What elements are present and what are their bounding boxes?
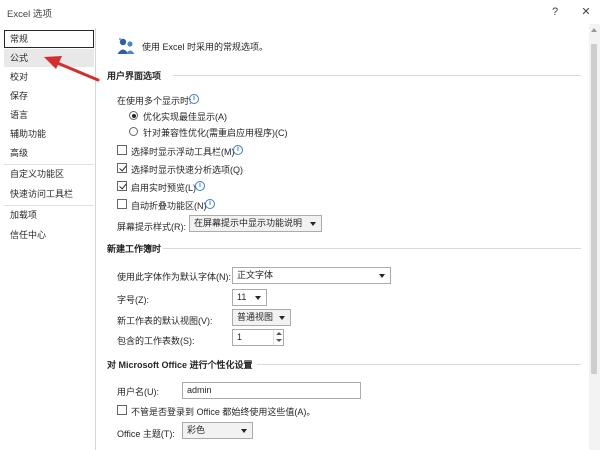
section-title-new-workbook: 新建工作簿时: [107, 244, 162, 254]
sheet-count-spinner[interactable]: 1: [232, 329, 284, 346]
section-title-personalize: 对 Microsoft Office 进行个性化设置: [107, 360, 253, 370]
default-font-label: 使用此字体作为默认字体(N):: [117, 272, 231, 282]
radio-optimize-display-label[interactable]: 优化实现最佳显示(A): [143, 110, 227, 123]
sidebar-item-accessibility[interactable]: 辅助功能: [4, 125, 94, 143]
spin-up-icon[interactable]: [276, 332, 282, 335]
page-description: 使用 Excel 时采用的常规选项。: [142, 42, 269, 52]
sidebar-item-save[interactable]: 保存: [4, 87, 94, 105]
chevron-down-icon: [241, 429, 247, 433]
checkbox-collapse-ribbon-label[interactable]: 自动折叠功能区(N): [131, 199, 207, 212]
office-theme-label: Office 主题(T):: [117, 429, 175, 439]
sidebar-item-proofing[interactable]: 校对: [4, 68, 94, 86]
checkbox-always-use-values[interactable]: [117, 405, 127, 415]
info-icon: i: [205, 199, 215, 209]
checkbox-mini-toolbar[interactable]: [117, 145, 127, 155]
sidebar-item-formulas[interactable]: 公式: [4, 49, 94, 67]
radio-optimize-compat[interactable]: [129, 127, 138, 136]
default-view-select[interactable]: 普通视图: [232, 309, 291, 326]
content-scrollbar[interactable]: [589, 24, 600, 450]
scroll-up-icon[interactable]: [591, 28, 597, 32]
title-bar: Excel 选项 ? ✕: [0, 0, 600, 24]
default-view-label: 新工作表的默认视图(V):: [117, 316, 213, 326]
multi-display-label: 在使用多个显示时:: [117, 96, 192, 106]
checkbox-collapse-ribbon[interactable]: [117, 199, 127, 209]
tooltip-style-value: 在屏幕提示中显示功能说明: [194, 218, 303, 228]
scrollbar-thumb[interactable]: [591, 44, 597, 374]
info-icon: i: [233, 145, 243, 155]
default-view-value: 普通视图: [237, 312, 274, 322]
office-theme-select[interactable]: 彩色: [182, 422, 253, 439]
chevron-down-icon: [255, 296, 261, 300]
sidebar-item-advanced[interactable]: 高级: [4, 144, 94, 162]
font-size-label: 字号(Z):: [117, 295, 149, 305]
options-sidebar: 常规 公式 校对 保存 语言 辅助功能 高级 自定义功能区 快速访问工具栏 加载…: [4, 28, 96, 450]
checkbox-quick-analysis-label[interactable]: 选择时显示快速分析选项(Q): [131, 163, 243, 176]
checkbox-live-preview[interactable]: [117, 181, 127, 191]
info-icon: i: [189, 94, 199, 104]
sidebar-item-trust-center[interactable]: 信任中心: [4, 226, 94, 244]
radio-optimize-display[interactable]: [129, 111, 138, 120]
general-options-icon: [116, 35, 136, 55]
info-icon: i: [195, 181, 205, 191]
chevron-down-icon: [279, 316, 285, 320]
section-divider: [257, 364, 581, 365]
sheet-count-label: 包含的工作表数(S):: [117, 336, 195, 346]
checkbox-quick-analysis[interactable]: [117, 163, 127, 173]
font-size-value: 11: [237, 292, 247, 302]
spin-down-icon[interactable]: [276, 339, 282, 342]
checkbox-live-preview-label[interactable]: 启用实时预览(L): [131, 181, 196, 194]
section-title-ui-options: 用户界面选项: [107, 71, 162, 81]
default-font-value: 正文字体: [237, 270, 274, 280]
sidebar-item-general[interactable]: 常规: [4, 30, 94, 48]
section-divider: [163, 248, 581, 249]
default-font-select[interactable]: 正文字体: [232, 267, 391, 284]
tooltip-style-select[interactable]: 在屏幕提示中显示功能说明: [189, 215, 322, 232]
close-button[interactable]: ✕: [579, 5, 593, 19]
username-value: admin: [187, 385, 212, 395]
sidebar-item-customize-ribbon[interactable]: 自定义功能区: [4, 165, 94, 183]
window-title: Excel 选项: [7, 9, 52, 20]
username-input[interactable]: admin: [182, 382, 361, 399]
radio-optimize-compat-label[interactable]: 针对兼容性优化(需重启应用程序)(C): [143, 126, 288, 139]
checkbox-always-use-values-label[interactable]: 不管是否登录到 Office 都始终使用这些值(A)。: [131, 405, 315, 418]
spinner-buttons[interactable]: [273, 330, 283, 345]
chevron-down-icon: [379, 274, 385, 278]
general-options-panel: 使用 Excel 时采用的常规选项。 用户界面选项 在使用多个显示时: i 优化…: [97, 24, 589, 450]
help-button[interactable]: ?: [548, 5, 562, 19]
checkbox-mini-toolbar-label[interactable]: 选择时显示浮动工具栏(M): [131, 145, 235, 158]
sheet-count-value: 1: [237, 332, 243, 342]
tooltip-style-label: 屏幕提示样式(R):: [117, 222, 186, 232]
section-divider: [173, 75, 581, 76]
sidebar-item-quick-access-toolbar[interactable]: 快速访问工具栏: [4, 185, 94, 203]
username-label: 用户名(U):: [117, 387, 159, 397]
chevron-down-icon: [310, 222, 316, 226]
sidebar-item-language[interactable]: 语言: [4, 106, 94, 124]
sidebar-item-add-ins[interactable]: 加载项: [4, 206, 94, 224]
font-size-select[interactable]: 11: [232, 289, 267, 306]
office-theme-value: 彩色: [187, 425, 206, 435]
